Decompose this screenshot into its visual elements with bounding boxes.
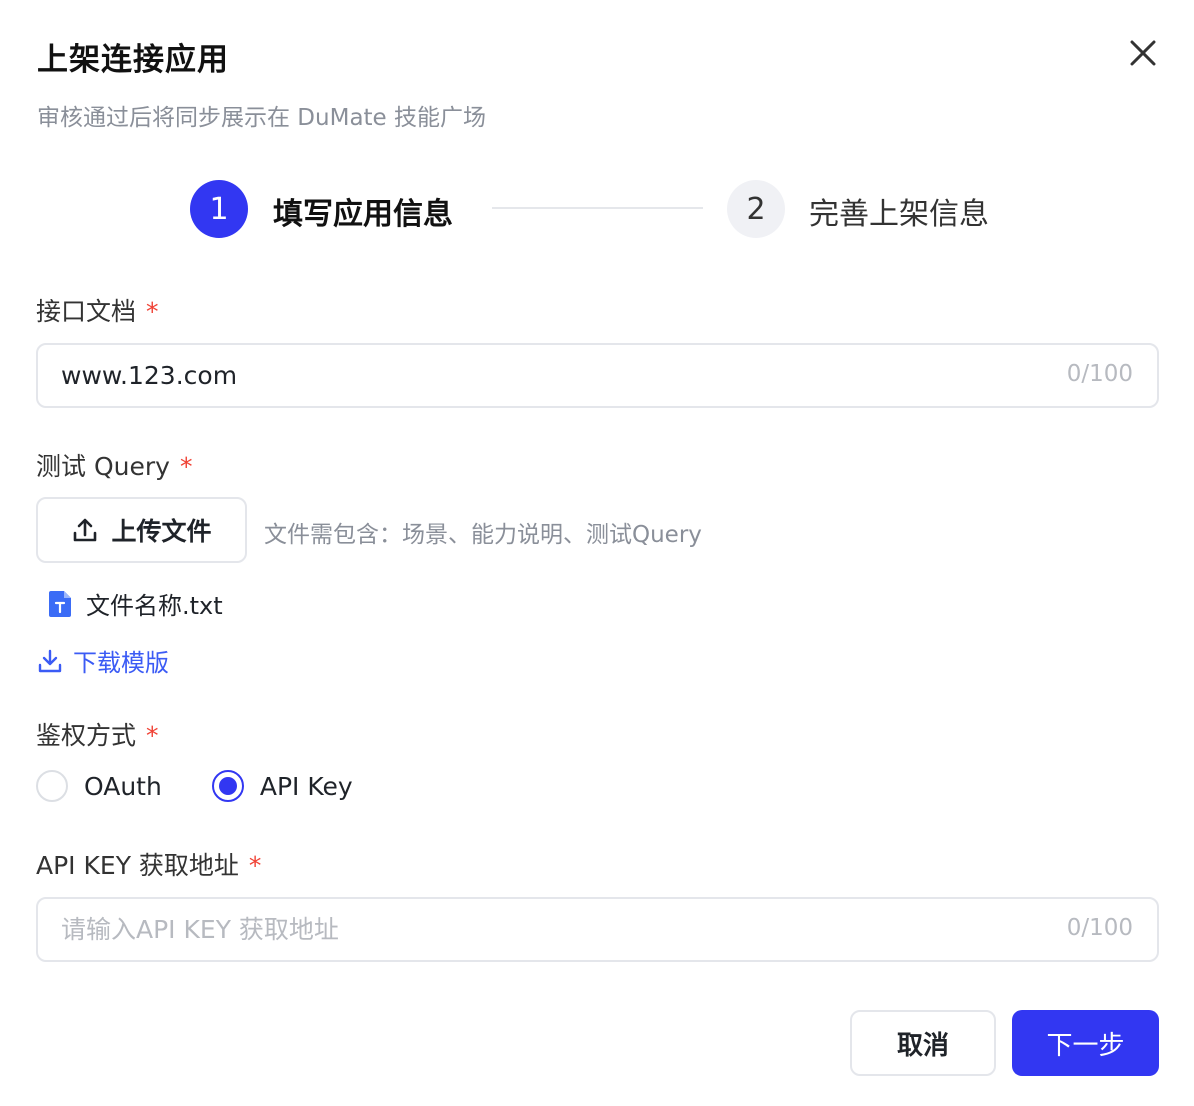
close-button[interactable] bbox=[1124, 34, 1162, 72]
radio-api-key[interactable]: API Key bbox=[211, 770, 353, 802]
step-2-indicator: 2 bbox=[727, 180, 785, 238]
auth-method-label-text: 鉴权方式 bbox=[36, 721, 137, 750]
api-doc-counter: 0/100 bbox=[1066, 361, 1133, 387]
api-doc-label-text: 接口文档 bbox=[36, 297, 137, 326]
radio-oauth[interactable]: OAuth bbox=[36, 770, 162, 802]
step-1-label: 填写应用信息 bbox=[273, 197, 453, 232]
uploaded-file[interactable]: 文件名称.txt bbox=[48, 586, 223, 621]
required-mark: * bbox=[248, 851, 262, 880]
dialog-subtitle: 审核通过后将同步展示在 DuMate 技能广场 bbox=[37, 105, 487, 131]
upload-icon bbox=[74, 518, 97, 542]
radio-oauth-circle[interactable] bbox=[36, 770, 68, 802]
download-template-label: 下载模版 bbox=[73, 649, 169, 677]
required-mark: * bbox=[146, 297, 159, 326]
test-query-label: 测试 Query * bbox=[36, 447, 192, 483]
api-key-url-label-text: API KEY 获取地址 bbox=[36, 851, 239, 880]
radio-oauth-label: OAuth bbox=[84, 771, 162, 801]
download-icon bbox=[38, 649, 62, 672]
step-1-indicator: 1 bbox=[190, 180, 248, 238]
step-connector bbox=[492, 207, 703, 209]
upload-file-label: 上传文件 bbox=[111, 517, 212, 546]
upload-hint: 文件需包含：场景、能力说明、测试Query bbox=[264, 522, 702, 548]
required-mark: * bbox=[146, 721, 159, 750]
api-doc-label: 接口文档 * bbox=[36, 292, 159, 328]
api-key-url-input[interactable] bbox=[61, 899, 1021, 960]
radio-api-key-circle[interactable] bbox=[211, 770, 244, 802]
step-2-label: 完善上架信息 bbox=[809, 197, 989, 232]
download-template-link[interactable]: 下载模版 bbox=[37, 643, 169, 678]
publish-app-dialog: 上架连接应用 审核通过后将同步展示在 DuMate 技能广场 1 填写应用信息 … bbox=[0, 0, 1194, 1106]
api-key-url-label: API KEY 获取地址 * bbox=[36, 846, 261, 882]
file-name: 文件名称.txt bbox=[86, 592, 223, 620]
auth-method-radio-group: OAuth API Key bbox=[36, 770, 403, 802]
cancel-button[interactable]: 取消 bbox=[850, 1010, 996, 1076]
dialog-title: 上架连接应用 bbox=[37, 42, 229, 78]
api-key-url-field[interactable]: 0/100 bbox=[36, 897, 1159, 962]
txt-file-icon bbox=[49, 590, 71, 617]
api-doc-input[interactable] bbox=[61, 345, 1021, 406]
test-query-label-text: 测试 Query bbox=[36, 452, 170, 481]
auth-method-label: 鉴权方式 * bbox=[36, 716, 159, 752]
upload-file-button[interactable]: 上传文件 bbox=[36, 497, 247, 563]
api-key-url-counter: 0/100 bbox=[1066, 915, 1133, 941]
required-mark: * bbox=[179, 452, 193, 481]
api-doc-field[interactable]: 0/100 bbox=[36, 343, 1159, 408]
close-icon bbox=[1130, 40, 1156, 66]
radio-api-key-label: API Key bbox=[259, 771, 353, 801]
next-step-button[interactable]: 下一步 bbox=[1012, 1010, 1159, 1076]
